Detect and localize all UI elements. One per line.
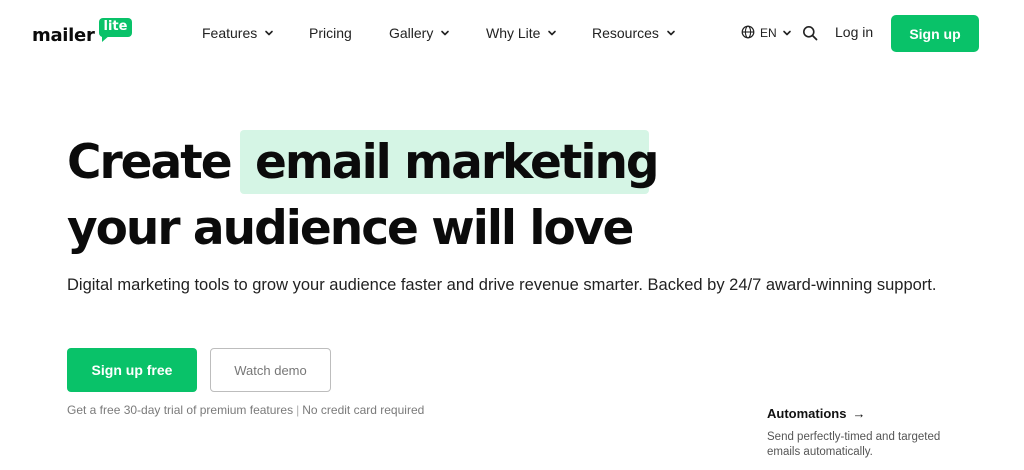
nav-resources[interactable]: Resources: [592, 23, 676, 43]
language-selector[interactable]: EN: [741, 24, 792, 42]
nav-pricing[interactable]: Pricing: [309, 23, 352, 43]
chevron-down-icon: [264, 28, 274, 38]
logo-wordmark: mailer: [32, 25, 95, 46]
globe-icon: [741, 25, 755, 42]
chevron-down-icon: [547, 28, 557, 38]
arrow-right-icon: →: [852, 406, 866, 421]
nav-gallery[interactable]: Gallery: [389, 23, 450, 43]
hero-subtext: Digital marketing tools to grow your aud…: [67, 276, 937, 294]
headline-prefix: Create: [67, 135, 233, 190]
fineprint-no-card: No credit card required: [302, 403, 425, 417]
search-icon[interactable]: [802, 25, 818, 41]
nav-resources-label: Resources: [592, 25, 659, 41]
mailerlite-logo[interactable]: mailer lite: [32, 16, 142, 48]
login-link[interactable]: Log in: [835, 24, 873, 40]
signup-free-button[interactable]: Sign up free: [67, 348, 197, 392]
feature-card-title: Automations →: [767, 406, 997, 421]
feature-card-title-text: Automations: [767, 406, 847, 421]
signup-button[interactable]: Sign up: [891, 15, 979, 52]
nav-pricing-label: Pricing: [309, 25, 352, 41]
nav-gallery-label: Gallery: [389, 25, 434, 41]
fineprint-separator: |: [296, 403, 300, 417]
language-label: EN: [760, 26, 777, 40]
nav-why-lite[interactable]: Why Lite: [486, 23, 557, 43]
landing-page: mailer lite Features Pricing Gallery Why…: [0, 0, 1024, 470]
nav-features[interactable]: Features: [202, 23, 274, 43]
chevron-down-icon: [666, 28, 676, 38]
site-header: mailer lite Features Pricing Gallery Why…: [0, 0, 1024, 66]
chevron-down-icon: [440, 28, 450, 38]
fineprint-trial: Get a free 30-day trial of premium featu…: [67, 403, 294, 417]
headline-highlight-text: email marketing: [255, 135, 660, 190]
chevron-down-icon: [782, 28, 792, 38]
nav-why-lite-label: Why Lite: [486, 25, 541, 41]
trial-fineprint: Get a free 30-day trial of premium featu…: [67, 403, 424, 417]
feature-card-description: Send perfectly-timed and targeted emails…: [767, 431, 941, 458]
feature-card-automations[interactable]: Automations → Send perfectly-timed and t…: [767, 406, 997, 460]
headline-line-2: your audience will love: [67, 201, 634, 256]
watch-demo-button[interactable]: Watch demo: [210, 348, 331, 392]
logo-badge-tail: [102, 35, 110, 42]
nav-features-label: Features: [202, 25, 258, 41]
